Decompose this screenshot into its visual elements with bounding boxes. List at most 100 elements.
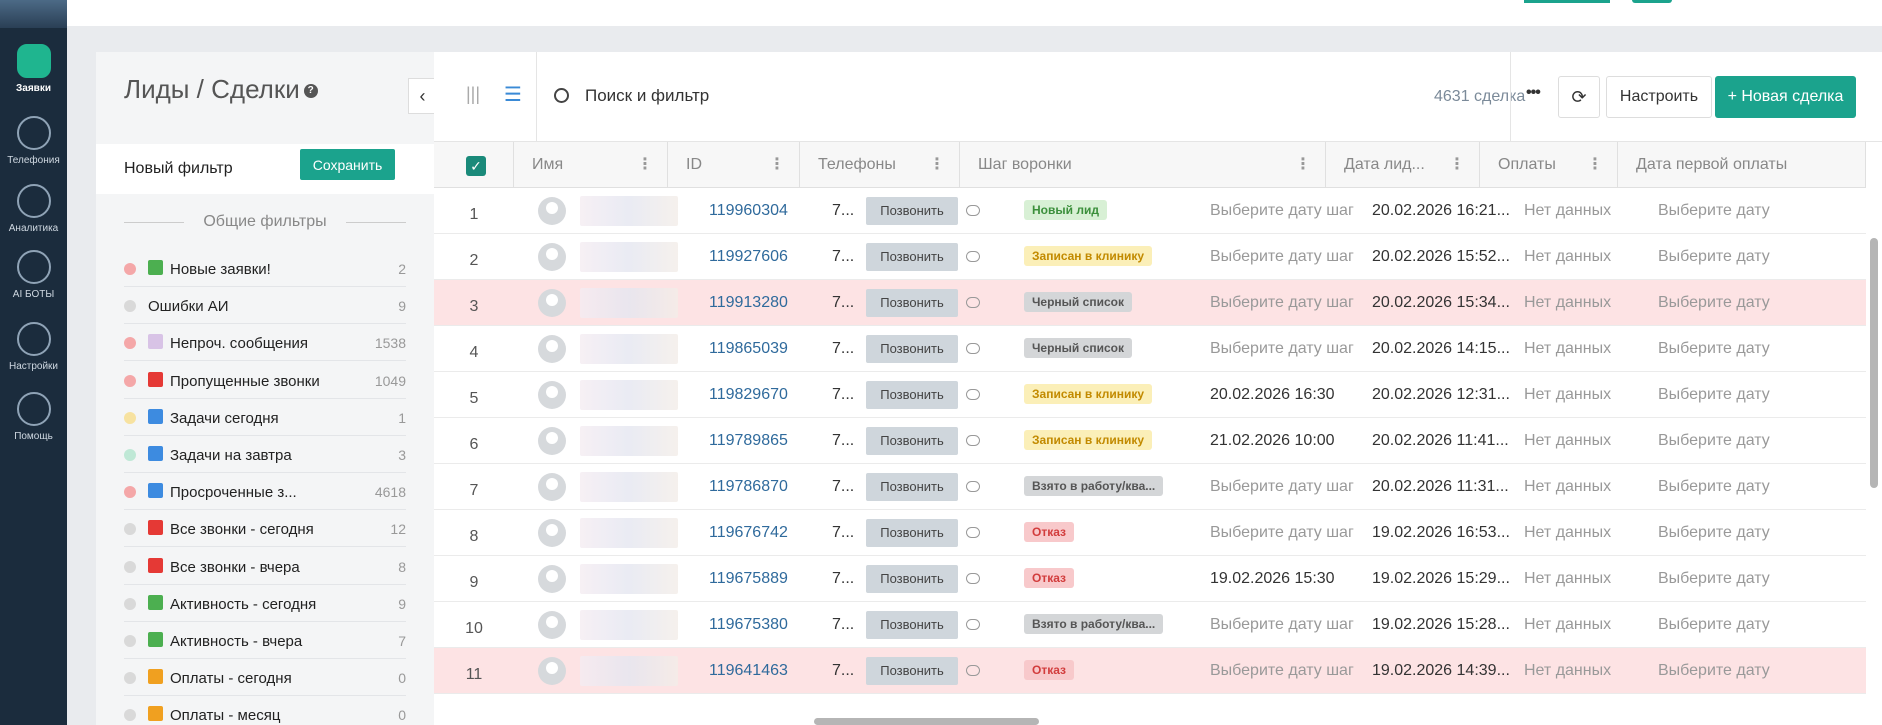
step-date[interactable]: Выберите дату шага — [1210, 510, 1354, 556]
vertical-scrollbar[interactable] — [1870, 238, 1878, 488]
step-date[interactable]: 20.02.2026 16:30 — [1210, 372, 1354, 418]
filter-item[interactable]: Активность - сегодня 9 — [124, 585, 406, 622]
step-date[interactable]: Выберите дату шага — [1210, 326, 1354, 372]
horizontal-scrollbar[interactable] — [814, 718, 1039, 725]
new-deal-button[interactable]: + Новая сделка — [1715, 76, 1856, 118]
rail-item-4[interactable]: Настройки — [0, 322, 67, 372]
filter-item[interactable]: Просроченные з... 4618 — [124, 473, 406, 511]
step-date[interactable]: 19.02.2026 15:30 — [1210, 556, 1354, 602]
step-date[interactable]: Выберите дату шага — [1210, 464, 1354, 510]
refresh-button[interactable]: ⟳ — [1558, 76, 1600, 118]
column-header[interactable]: Имя ⋮ — [514, 142, 668, 188]
deal-id-link[interactable]: 119641463 — [709, 648, 788, 694]
top-bar-toggle[interactable] — [1632, 0, 1672, 3]
column-header[interactable]: Телефоны ⋮ — [800, 142, 960, 188]
column-menu-icon[interactable]: ⋮ — [929, 142, 945, 188]
step-date[interactable]: 21.02.2026 10:00 — [1210, 418, 1354, 464]
deal-id-link[interactable]: 119865039 — [709, 326, 788, 372]
column-header[interactable]: ID ⋮ — [668, 142, 800, 188]
column-header[interactable]: Дата первой оплаты — [1618, 142, 1866, 188]
step-date[interactable]: Выберите дату шага — [1210, 602, 1354, 648]
funnel-stage-badge[interactable]: Взято в работу/ква... — [1024, 476, 1164, 496]
call-button[interactable]: Позвонить — [866, 611, 958, 639]
chat-icon[interactable] — [966, 573, 980, 584]
column-header[interactable]: Дата лид... ⋮ — [1326, 142, 1480, 188]
filter-item[interactable]: Новые заявки! 2 — [124, 250, 406, 287]
funnel-stage-badge[interactable]: Записан в клинику — [1024, 246, 1153, 266]
deal-id-link[interactable]: 119960304 — [709, 188, 788, 234]
setup-button[interactable]: Настроить — [1606, 76, 1712, 118]
rail-item-0[interactable]: Заявки — [0, 44, 67, 94]
filter-item[interactable]: Оплаты - сегодня 0 — [124, 659, 406, 697]
call-button[interactable]: Позвонить — [866, 289, 958, 317]
funnel-stage-badge[interactable]: Новый лид — [1024, 200, 1107, 220]
call-button[interactable]: Позвонить — [866, 243, 958, 271]
first-payment-date[interactable]: Выберите дату — [1658, 464, 1770, 510]
chat-icon[interactable] — [966, 435, 980, 446]
filter-item[interactable]: Оплаты - месяц 0 — [124, 696, 406, 725]
call-button[interactable]: Позвонить — [866, 657, 958, 685]
contact-name-redacted[interactable] — [580, 426, 678, 456]
funnel-stage-badge[interactable]: Отказ — [1024, 660, 1075, 680]
call-button[interactable]: Позвонить — [866, 473, 958, 501]
chat-icon[interactable] — [966, 251, 980, 262]
contact-name-redacted[interactable] — [580, 196, 678, 226]
top-bar-button[interactable] — [1524, 0, 1610, 3]
column-header[interactable]: Шаг воронки ⋮ — [960, 142, 1326, 188]
funnel-stage-badge[interactable]: Записан в клинику — [1024, 384, 1153, 404]
column-menu-icon[interactable]: ⋮ — [637, 142, 653, 188]
rail-item-3[interactable]: AI БОТЫ — [0, 250, 67, 300]
first-payment-date[interactable]: Выберите дату — [1658, 372, 1770, 418]
call-button[interactable]: Позвонить — [866, 335, 958, 363]
table-row[interactable]: 2 119927606 7... Позвонить Записан в клинику… — [434, 234, 1866, 280]
contact-name-redacted[interactable] — [580, 242, 678, 272]
table-row[interactable]: 5 119829670 7... Позвонить Записан в клинику… — [434, 372, 1866, 418]
filter-item[interactable]: Непроч. сообщения 1538 — [124, 324, 406, 362]
deal-id-link[interactable]: 119675380 — [709, 602, 788, 648]
kanban-view-icon[interactable]: ||| — [466, 84, 480, 105]
chat-icon[interactable] — [966, 297, 980, 308]
table-row[interactable]: 8 119676742 7... Позвонить Отказ Выберите дат… — [434, 510, 1866, 556]
contact-name-redacted[interactable] — [580, 656, 678, 686]
contact-name-redacted[interactable] — [580, 610, 678, 640]
filter-item[interactable]: Все звонки - сегодня 12 — [124, 510, 406, 548]
filter-item[interactable]: Все звонки - вчера 8 — [124, 548, 406, 585]
contact-name-redacted[interactable] — [580, 564, 678, 594]
more-options-icon[interactable]: ••• — [1526, 84, 1541, 102]
table-row[interactable]: 6 119789865 7... Позвонить Записан в клинику… — [434, 418, 1866, 464]
rail-item-5[interactable]: Помощь — [0, 392, 67, 442]
filter-item[interactable]: Задачи на завтра 3 — [124, 436, 406, 473]
deal-id-link[interactable]: 119913280 — [709, 280, 788, 326]
first-payment-date[interactable]: Выберите дату — [1658, 648, 1770, 694]
contact-name-redacted[interactable] — [580, 288, 678, 318]
first-payment-date[interactable]: Выберите дату — [1658, 418, 1770, 464]
funnel-stage-badge[interactable]: Отказ — [1024, 568, 1075, 588]
step-date[interactable]: Выберите дату шага — [1210, 280, 1354, 326]
chat-icon[interactable] — [966, 527, 980, 538]
chat-icon[interactable] — [966, 389, 980, 400]
first-payment-date[interactable]: Выберите дату — [1658, 556, 1770, 602]
call-button[interactable]: Позвонить — [866, 427, 958, 455]
funnel-stage-badge[interactable]: Взято в работу/ква... — [1024, 614, 1164, 634]
deal-id-link[interactable]: 119676742 — [709, 510, 788, 556]
contact-name-redacted[interactable] — [580, 380, 678, 410]
first-payment-date[interactable]: Выберите дату — [1658, 602, 1770, 648]
table-row[interactable]: 10 119675380 7... Позвонить Взято в работу/к… — [434, 602, 1866, 648]
step-date[interactable]: Выберите дату шага — [1210, 648, 1354, 694]
column-menu-icon[interactable]: ⋮ — [1295, 142, 1311, 188]
chat-icon[interactable] — [966, 619, 980, 630]
first-payment-date[interactable]: Выберите дату — [1658, 280, 1770, 326]
table-row[interactable]: 9 119675889 7... Позвонить Отказ 19.02.2026 1… — [434, 556, 1866, 602]
contact-name-redacted[interactable] — [580, 334, 678, 364]
contact-name-redacted[interactable] — [580, 472, 678, 502]
call-button[interactable]: Позвонить — [866, 565, 958, 593]
deal-id-link[interactable]: 119786870 — [709, 464, 788, 510]
deal-id-link[interactable]: 119675889 — [709, 556, 788, 602]
filter-item[interactable]: Пропущенные звонки 1049 — [124, 362, 406, 399]
column-menu-icon[interactable]: ⋮ — [1449, 142, 1465, 188]
first-payment-date[interactable]: Выберите дату — [1658, 188, 1770, 234]
deal-id-link[interactable]: 119829670 — [709, 372, 788, 418]
table-row[interactable]: 7 119786870 7... Позвонить Взято в работу/кв… — [434, 464, 1866, 510]
select-all-checkbox[interactable]: ✓ — [466, 156, 486, 176]
deal-id-link[interactable]: 119927606 — [709, 234, 788, 280]
